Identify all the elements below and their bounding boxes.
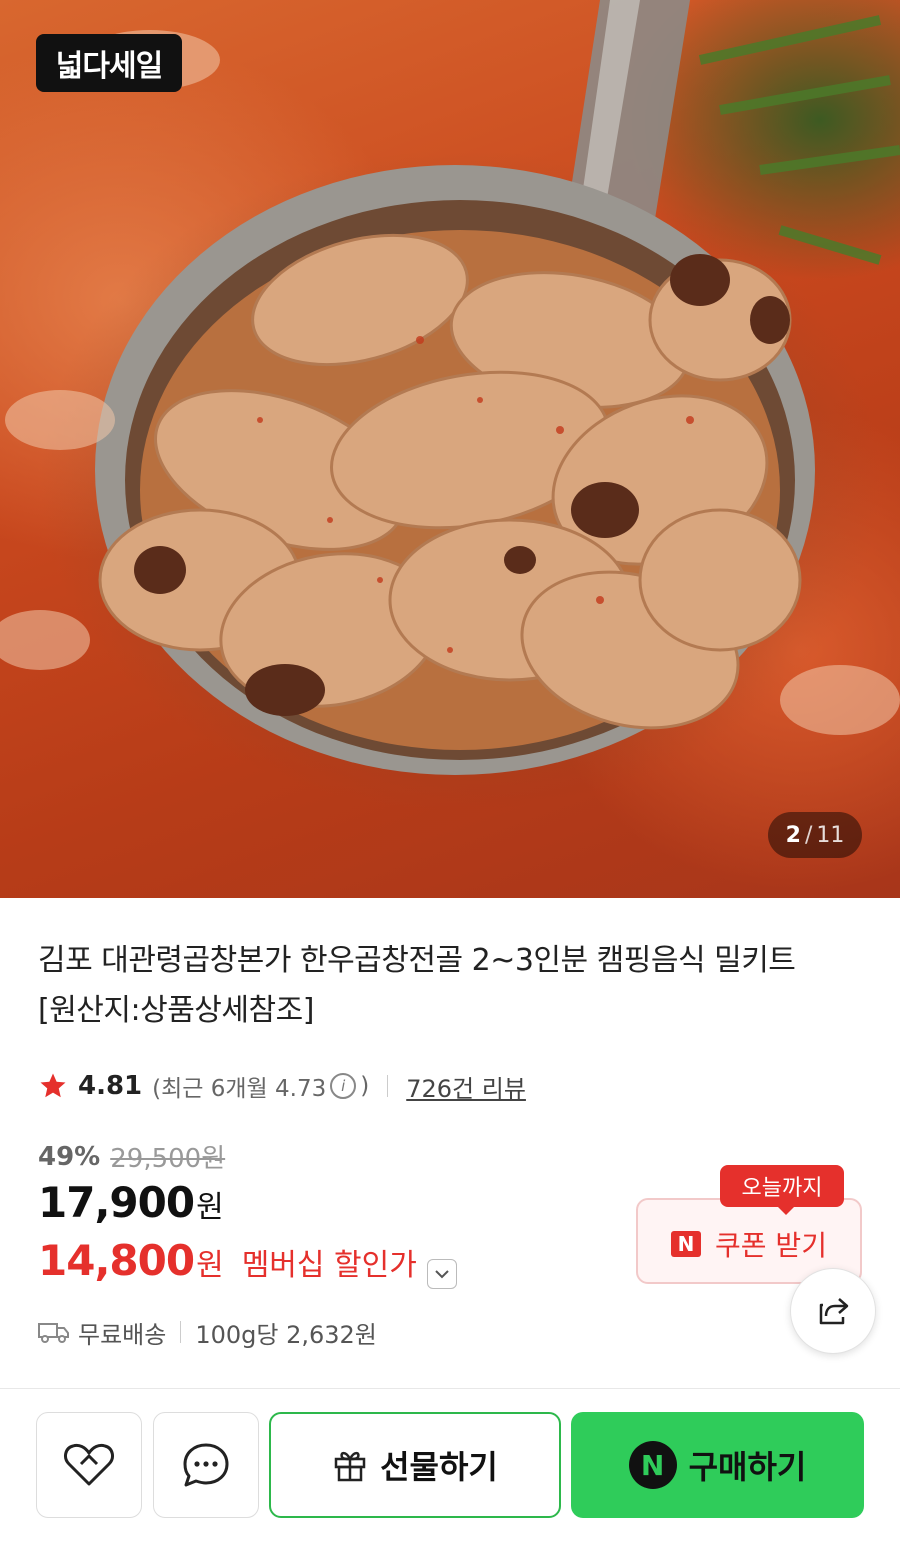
recent-rating: (최근 6개월 4.73 i ) [152,1069,369,1103]
unit-price: 100g당 2,632원 [195,1320,377,1349]
product-image[interactable]: 넓다세일 2 / 11 [0,0,900,898]
divider [180,1321,182,1343]
info-icon[interactable]: i [330,1073,357,1099]
share-button[interactable] [790,1268,876,1354]
rating-value: 4.81 [78,1071,143,1101]
counter-separator: / [804,822,813,848]
share-icon [819,1298,849,1325]
gift-button[interactable]: 선물하기 [269,1412,561,1518]
shipping-text: 무료배송 [78,1320,167,1349]
review-count-link[interactable]: 726건 리뷰 [406,1069,526,1104]
shipping-row: 무료배송 100g당 2,632원 [38,1314,377,1350]
bottom-divider [0,1388,900,1389]
coupon-label: 쿠폰 받기 [715,1229,827,1262]
product-title: 김포 대관령곱창본가 한우곱창전골 2~3인분 캠핑음식 밀키트 [원산지:상품… [38,943,796,1028]
image-page-counter: 2 / 11 [768,812,862,858]
deadline-badge-tail [776,1205,796,1215]
chevron-down-icon[interactable] [426,1259,457,1289]
discount-row: 49% 29,500원 [38,1138,225,1175]
sale-badge: 넓다세일 [36,34,182,92]
membership-price-row: 14,800 원 멤버십 할인가 [38,1236,457,1289]
naver-n-icon: N [628,1441,677,1489]
buy-button[interactable]: N 구매하기 [571,1412,864,1518]
truck-icon [38,1323,69,1343]
discount-rate: 49% [38,1141,101,1172]
heart-icon [64,1443,114,1486]
counter-current: 2 [785,822,801,848]
recent-rating-close: ) [360,1073,370,1099]
rating-row: 4.81 (최근 6개월 4.73 i ) 726건 리뷰 [38,1066,526,1106]
membership-price: 14,800 [38,1236,195,1285]
deadline-badge: 오늘까지 [720,1165,844,1207]
counter-total: 11 [816,822,845,848]
gift-icon [334,1451,366,1482]
original-price: 29,500원 [110,1144,226,1174]
talk-button[interactable] [153,1412,259,1518]
wishlist-button[interactable] [36,1412,142,1518]
gift-label: 선물하기 [380,1448,498,1486]
recent-rating-text: (최근 6개월 4.73 [152,1076,327,1102]
sale-price-unit: 원 [196,1190,224,1225]
chat-icon [183,1443,229,1487]
naver-pay-icon: N [671,1231,702,1257]
price-row: 17,900 원 [38,1178,224,1227]
divider [387,1075,389,1097]
membership-label: 멤버십 할인가 [241,1248,417,1283]
stew-illustration [0,0,900,775]
sale-price: 17,900 [38,1178,195,1227]
buy-label: 구매하기 [688,1448,807,1486]
star-icon [40,1073,66,1098]
membership-price-unit: 원 [196,1248,224,1283]
